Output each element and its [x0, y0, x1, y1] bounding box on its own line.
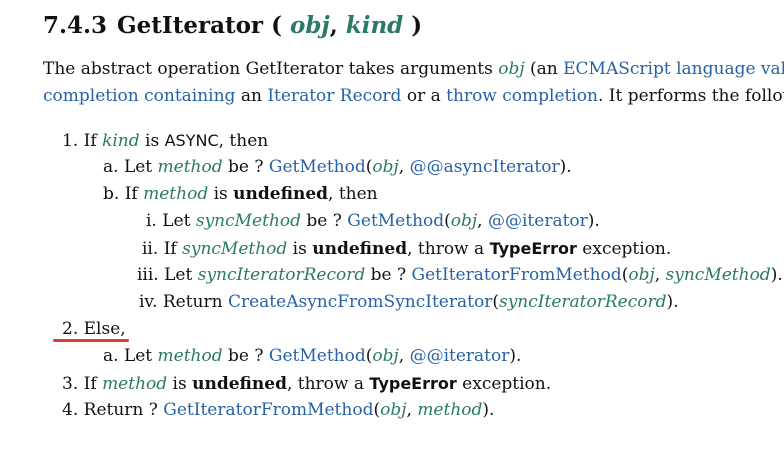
link-getiteratorfrommethod[interactable]: GetIteratorFromMethod [412, 265, 622, 285]
step-1b-iv: iv. Return CreateAsyncFromSyncIterator(s… [139, 292, 679, 312]
step-2a: a. Let method be ? GetMethod(obj, @@iter… [103, 346, 522, 366]
link-ecmascript-language-value[interactable]: ECMAScript language value [563, 59, 784, 79]
link-getmethod[interactable]: GetMethod [347, 211, 444, 231]
link-iterator-record[interactable]: Iterator Record [267, 86, 401, 106]
link-getmethod[interactable]: GetMethod [269, 157, 366, 177]
section-title: GetIterator [117, 12, 264, 39]
step-1b-i: i. Let syncMethod be ? GetMethod(obj, @@… [146, 211, 600, 231]
var-obj: obj [498, 59, 525, 79]
step-1: 1. If kind is ASYNC, then [62, 131, 269, 151]
step-1b-iii: iii. Let syncIteratorRecord be ? GetIter… [137, 265, 783, 285]
link-createasyncfromsynciterator[interactable]: CreateAsyncFromSyncIterator [228, 292, 492, 312]
step-1b: b. If method is undefined, then [103, 184, 378, 204]
section-heading: 7.4.3 GetIterator ( obj, kind ) [43, 12, 423, 39]
step-1b-ii: ii. If syncMethod is undefined, throw a … [142, 239, 672, 259]
step-4: 4. Return ? GetIteratorFromMethod(obj, m… [62, 400, 495, 420]
step-1a: a. Let method be ? GetMethod(obj, @@asyn… [103, 157, 572, 177]
link-iterator-symbol[interactable]: @@iterator [488, 211, 588, 231]
param-obj: obj [289, 12, 330, 39]
step-3: 3. If method is undefined, throw a TypeE… [62, 374, 552, 394]
link-completion-containing[interactable]: completion containing [43, 86, 235, 106]
section-number: 7.4.3 [43, 12, 108, 39]
intro-paragraph: The abstract operation GetIterator takes… [43, 56, 784, 110]
link-asynciterator-symbol[interactable]: @@asyncIterator [410, 157, 560, 177]
link-getiteratorfrommethod[interactable]: GetIteratorFromMethod [163, 400, 373, 420]
link-throw-completion[interactable]: throw completion [446, 86, 598, 106]
link-iterator-symbol[interactable]: @@iterator [410, 346, 510, 366]
highlight-underline [53, 339, 129, 342]
spec-page: 7.4.3 GetIterator ( obj, kind ) The abstr… [0, 0, 784, 449]
param-kind: kind [345, 12, 404, 39]
link-getmethod[interactable]: GetMethod [269, 346, 366, 366]
intro-line-1: The abstract operation GetIterator takes… [43, 56, 784, 83]
intro-line-2: completion containing an Iterator Record… [43, 86, 784, 106]
